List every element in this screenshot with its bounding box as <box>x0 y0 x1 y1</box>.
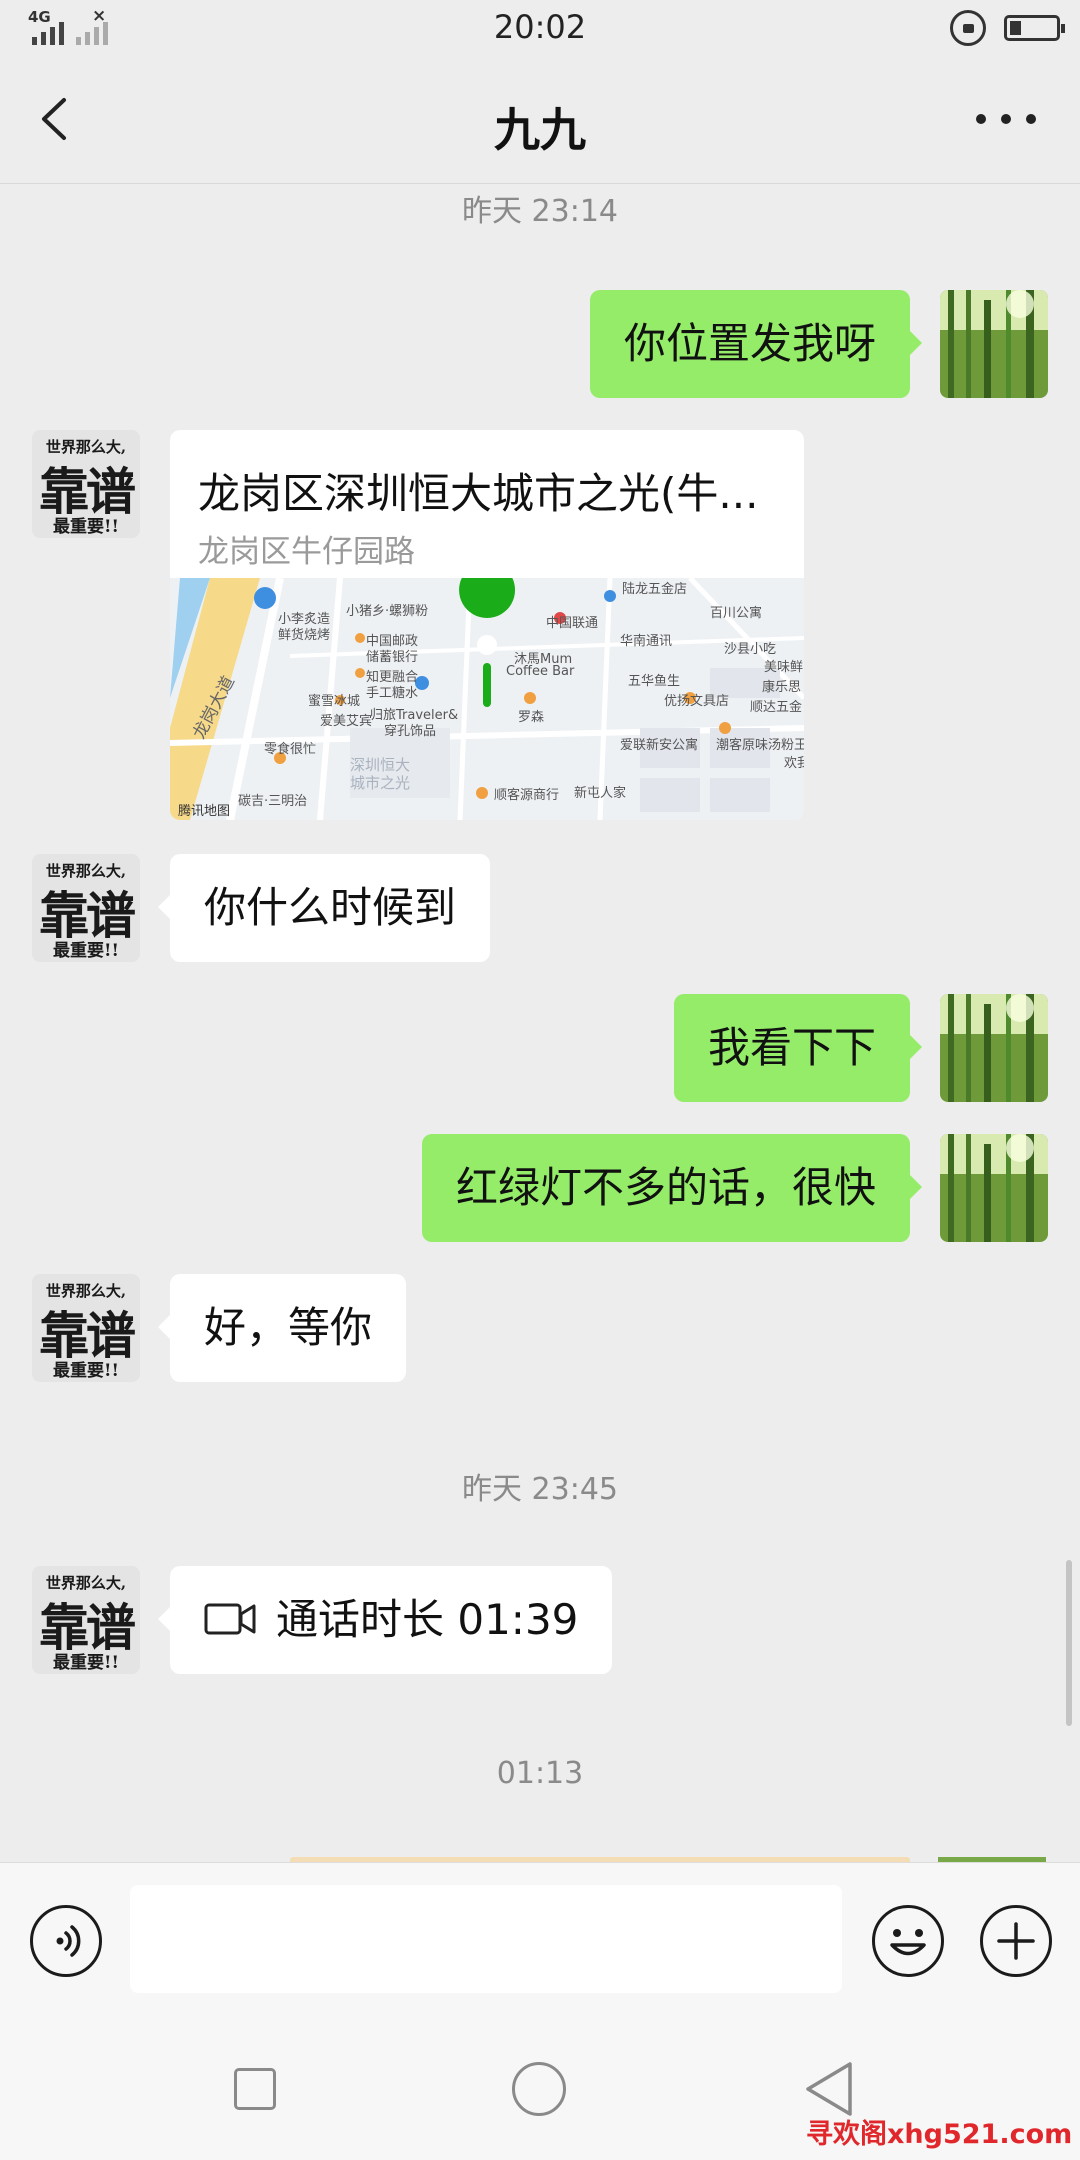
map-label: 顺达五金 <box>750 700 803 715</box>
my-avatar[interactable] <box>940 1134 1048 1242</box>
map-label: 康乐思 <box>762 680 802 695</box>
status-bar: 4G × 20:02 <box>0 0 1080 56</box>
location-map[interactable]: 小李炙造 鲜货烧烤 小猪乡·螺狮粉 中国邮政 储蓄银行 知更融合 手工糖水 蜜雪… <box>170 578 804 820</box>
my-avatar[interactable] <box>940 290 1048 398</box>
map-label: 罗森 <box>518 710 545 725</box>
contact-avatar[interactable]: 世界那么大, 靠谱 最重要!! <box>32 430 140 538</box>
battery-icon <box>1004 15 1065 41</box>
status-time: 20:02 <box>493 8 587 46</box>
map-label: Coffee Bar <box>506 664 575 679</box>
plus-icon <box>997 1922 1035 1960</box>
rotation-lock-icon <box>950 10 986 46</box>
video-call-record[interactable]: 通话时长 01:39 <box>157 1566 613 1674</box>
map-label: 欢我 <box>784 756 804 771</box>
map-label: 潮客原味汤粉王 <box>716 738 804 753</box>
chat-header: 九九 <box>0 56 1080 184</box>
call-duration: 通话时长 01:39 <box>276 1595 579 1644</box>
map-brand: 腾讯地图 <box>178 804 231 819</box>
voice-input-button[interactable] <box>30 1905 102 1977</box>
time-separator: 昨天 23:14 <box>462 194 618 229</box>
map-label: 新屯人家 <box>574 786 627 801</box>
map-label: 穿孔饰品 <box>384 724 437 739</box>
map-label: 美味鲜 <box>764 660 804 675</box>
sent-message[interactable]: 红绿灯不多的话，很快 <box>421 1134 923 1242</box>
recent-apps-button[interactable] <box>234 2068 276 2110</box>
more-options-icon[interactable] <box>976 114 1036 128</box>
map-label: 爱美艾宾 <box>320 714 373 729</box>
time-separator: 昨天 23:45 <box>462 1472 618 1507</box>
home-button[interactable] <box>512 2062 566 2116</box>
map-label: 蜜雪冰城 <box>308 694 361 709</box>
map-label: 碳吉·三明治 <box>238 794 308 809</box>
location-address: 龙岗区牛仔园路 <box>198 534 415 570</box>
map-label: 华南通讯 <box>620 634 673 649</box>
contact-avatar[interactable]: 世界那么大, 靠谱 最重要!! <box>32 854 140 962</box>
map-label: 零食很忙 <box>264 742 317 757</box>
voice-icon <box>56 1925 81 1957</box>
received-message[interactable]: 好，等你 <box>157 1274 407 1382</box>
avatar-text: 最重要!! <box>53 1361 119 1381</box>
avatar-text: 最重要!! <box>53 517 119 537</box>
map-label: 鲜货烧烤 <box>278 628 331 643</box>
input-bar <box>0 1862 1080 2014</box>
video-camera-icon <box>204 1603 256 1634</box>
map-label: 爱联新安公寓 <box>620 738 699 753</box>
chat-title: 九九 <box>494 103 586 157</box>
map-label: 五华鱼生 <box>628 674 681 689</box>
nav-back-icon[interactable] <box>800 2058 862 2120</box>
contact-avatar[interactable]: 世界那么大, 靠谱 最重要!! <box>32 1566 140 1674</box>
map-label: 中国联通 <box>546 616 599 631</box>
map-label: 沙县小吃 <box>724 642 777 657</box>
my-avatar[interactable] <box>940 994 1048 1102</box>
map-label: 优扬文具店 <box>664 694 730 709</box>
avatar-text: 最重要!! <box>53 1653 119 1673</box>
time-separator: 01:13 <box>496 1756 584 1791</box>
emoji-button[interactable] <box>872 1905 944 1977</box>
sent-message[interactable]: 你位置发我呀 <box>589 290 923 398</box>
map-label: 顺客源商行 <box>494 788 560 803</box>
scrollbar[interactable] <box>1066 1560 1072 1726</box>
received-message[interactable]: 你什么时候到 <box>157 854 491 962</box>
sent-message[interactable]: 我看下下 <box>673 994 923 1102</box>
contact-avatar[interactable]: 世界那么大, 靠谱 最重要!! <box>32 1274 140 1382</box>
map-label: 陆龙五金店 <box>622 582 688 597</box>
map-label: 手工糖水 <box>366 686 419 701</box>
location-title: 龙岗区深圳恒大城市之光(牛... <box>198 469 759 518</box>
location-message-card[interactable]: 龙岗区深圳恒大城市之光(牛... 龙岗区牛仔园路 小李炙造 鲜货烧烤 小猪乡·螺… <box>170 430 804 820</box>
more-functions-button[interactable] <box>980 1905 1052 1977</box>
map-label: 百川公寓 <box>710 606 763 621</box>
map-label: 储蓄银行 <box>366 650 419 665</box>
smiley-icon <box>890 1929 926 1956</box>
map-label: 城市之光 <box>350 774 411 792</box>
watermark: 寻欢阁xhg521.com <box>806 2119 1073 2150</box>
message-input[interactable] <box>130 1885 842 1993</box>
map-label: 小猪乡·螺狮粉 <box>346 604 429 619</box>
avatar-text: 最重要!! <box>53 941 119 961</box>
